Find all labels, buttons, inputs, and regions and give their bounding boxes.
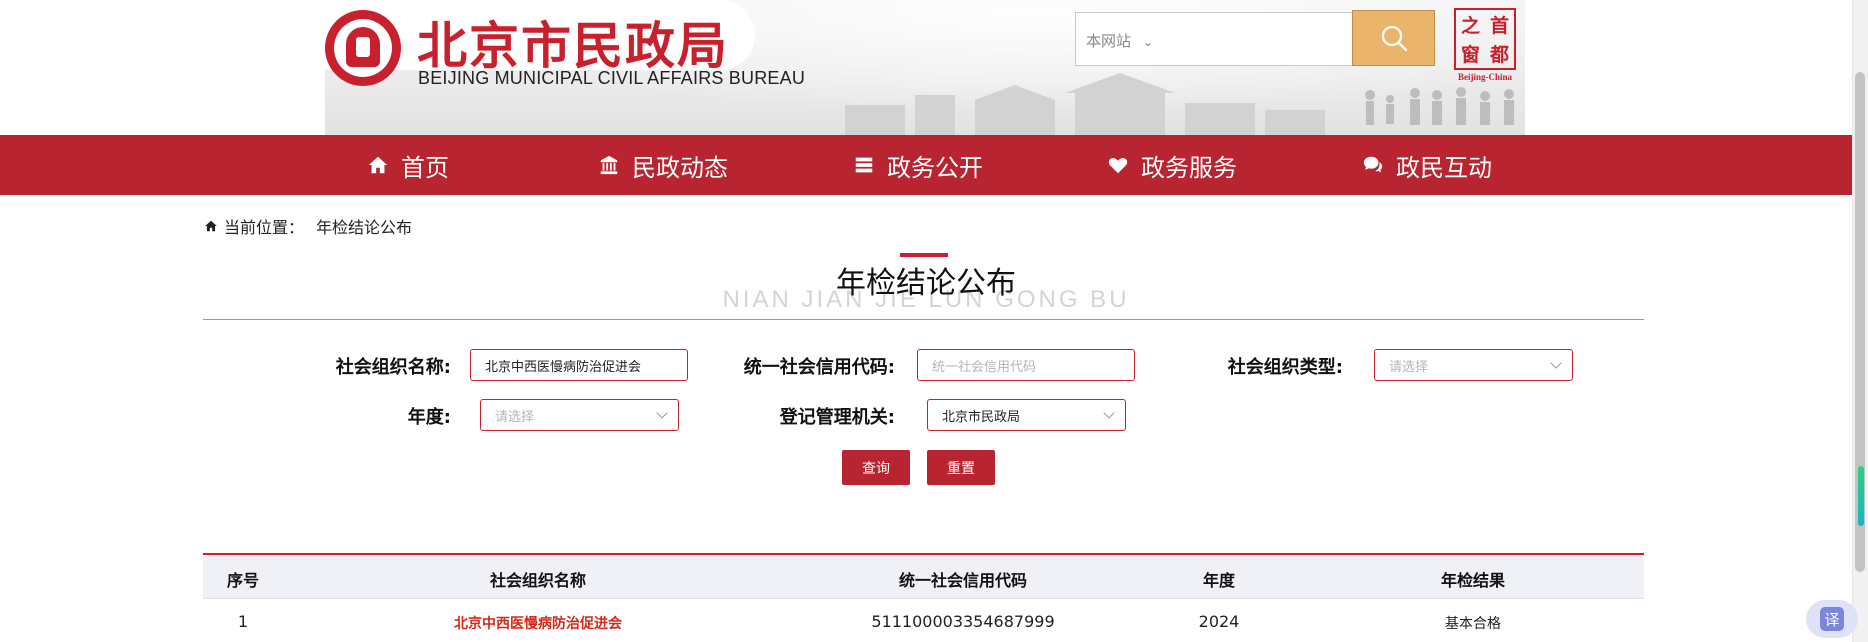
nav-item-label: 政民互动: [1396, 153, 1492, 182]
column-header-year: 年度: [1202, 571, 1236, 590]
search-button[interactable]: [1352, 10, 1435, 66]
year-select[interactable]: 请选择: [480, 399, 679, 431]
nav-item-disclosure[interactable]: 政务公开: [853, 135, 983, 195]
column-header-org-name: 社会组织名称: [489, 571, 587, 590]
capital-window-badge[interactable]: 之 首 窗 都 Beijing-China: [1450, 6, 1520, 82]
nav-item-label: 民政动态: [632, 153, 728, 182]
query-button[interactable]: 查询: [842, 450, 910, 485]
badge-english: Beijing-China: [1457, 72, 1512, 82]
nav-item-interaction[interactable]: 政民互动: [1362, 135, 1492, 195]
list-icon: [855, 157, 873, 173]
org-type-select[interactable]: 请选择: [1374, 349, 1573, 381]
org-type-label: 社会组织类型:: [1227, 357, 1343, 378]
nav-item-news[interactable]: 民政动态: [598, 135, 728, 195]
chevron-down-icon: [1550, 357, 1562, 369]
credit-code-placeholder: 统一社会信用代码: [932, 359, 1037, 375]
badge-char: 之: [1460, 15, 1480, 37]
chat-icon: [1363, 156, 1383, 173]
home-icon[interactable]: [204, 219, 218, 233]
heart-icon: [1108, 158, 1128, 174]
breadcrumb-current[interactable]: 年检结论公布: [316, 214, 412, 238]
cell-index: 1: [237, 612, 249, 631]
table-row: 1 北京中西医慢病防治促进会 511100003354687999 2024 基…: [203, 600, 1644, 642]
reset-button[interactable]: 重置: [927, 450, 995, 485]
cell-result: 基本合格: [1445, 616, 1501, 632]
nav-item-label: 政务公开: [887, 153, 983, 182]
building-icon: [600, 155, 618, 175]
search-scope-label: 本网站: [1086, 32, 1132, 50]
site-title-english: BEIJING MUNICIPAL CIVIL AFFAIRS BUREAU: [418, 68, 806, 88]
chevron-down-icon: [656, 407, 668, 419]
header: 北京市民政局 BEIJING MUNICIPAL CIVIL AFFAIRS B…: [0, 0, 1852, 135]
authority-select[interactable]: 北京市民政局: [927, 399, 1126, 431]
page-title: 年检结论公布: [836, 266, 1016, 301]
nav-item-label: 政务服务: [1141, 153, 1237, 182]
search-input[interactable]: 本网站 ⌄: [1075, 12, 1353, 66]
badge-char: 首: [1489, 15, 1509, 37]
nav-item-home[interactable]: 首页: [367, 135, 449, 195]
breadcrumb: 当前位置： 年检结论公布: [204, 214, 412, 238]
translate-button[interactable]: 译: [1806, 600, 1858, 638]
home-icon: [368, 156, 388, 174]
main-nav: 首页 民政动态 政务公开 政务服务 政民互动: [0, 135, 1852, 195]
translate-icon: 译: [1820, 607, 1844, 631]
badge-char: 都: [1489, 44, 1509, 66]
badge-char: 窗: [1460, 44, 1480, 66]
cell-year: 2024: [1198, 612, 1240, 631]
year-placeholder: 请选择: [495, 409, 535, 425]
credit-code-label: 统一社会信用代码:: [743, 357, 895, 378]
org-name-value: 北京中西医慢病防治促进会: [485, 359, 642, 375]
chevron-down-icon: [1103, 407, 1115, 419]
org-name-input[interactable]: 北京中西医慢病防治促进会: [470, 349, 688, 381]
chevron-down-icon: ⌄: [1143, 35, 1154, 49]
nav-item-label: 首页: [401, 153, 449, 182]
year-label: 年度:: [407, 407, 451, 428]
search-icon: [1381, 25, 1407, 52]
column-header-index: 序号: [226, 571, 260, 590]
title-accent-bar: [900, 253, 948, 257]
scroll-progress-indicator: [1858, 466, 1864, 526]
cell-credit-code: 511100003354687999: [871, 612, 1055, 631]
org-type-placeholder: 请选择: [1389, 359, 1429, 375]
breadcrumb-prefix: 当前位置：: [224, 218, 305, 237]
bureau-emblem-logo[interactable]: [325, 10, 401, 86]
column-header-result: 年检结果: [1440, 571, 1506, 590]
section-divider: [203, 319, 1644, 320]
org-name-label: 社会组织名称:: [335, 357, 451, 378]
nav-item-services[interactable]: 政务服务: [1107, 135, 1237, 195]
authority-label: 登记管理机关:: [779, 407, 895, 428]
table-header: 序号 社会组织名称 统一社会信用代码 年度 年检结果: [203, 555, 1644, 599]
column-header-credit-code: 统一社会信用代码: [898, 571, 1028, 590]
cell-org-name-link[interactable]: 北京中西医慢病防治促进会: [454, 613, 622, 633]
city-skyline-graphic: [845, 73, 1514, 135]
credit-code-input[interactable]: 统一社会信用代码: [917, 349, 1135, 381]
search-scope-select[interactable]: 本网站 ⌄: [1086, 30, 1153, 51]
authority-value: 北京市民政局: [942, 409, 1021, 425]
